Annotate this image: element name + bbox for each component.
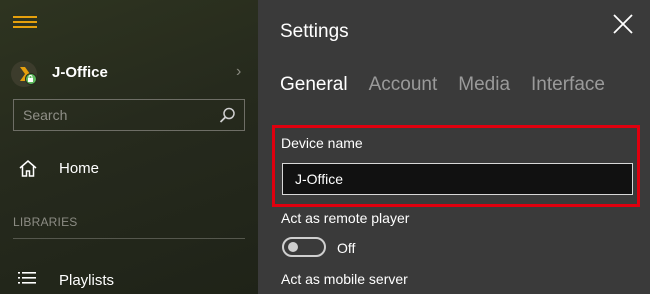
mobile-server-label: Act as mobile server <box>281 271 408 287</box>
sidebar-item-label: Home <box>59 160 100 177</box>
sidebar-item-playlists[interactable]: Playlists <box>12 266 242 294</box>
server-name: J-Office <box>52 64 108 81</box>
settings-tabs: General Account Media Interface <box>280 74 626 102</box>
device-name-input[interactable] <box>282 163 633 195</box>
sidebar-divider <box>13 238 245 239</box>
lock-icon <box>25 73 37 85</box>
remote-player-label: Act as remote player <box>281 210 410 226</box>
tab-account[interactable]: Account <box>369 74 438 96</box>
chevron-right-icon: › <box>236 63 242 80</box>
tab-interface[interactable]: Interface <box>531 74 605 96</box>
remote-player-toggle[interactable] <box>282 237 326 257</box>
search-input[interactable] <box>14 100 214 130</box>
close-icon[interactable] <box>612 13 634 35</box>
sidebar: J-Office › Home LIBRARIES Playlists <box>0 0 258 294</box>
list-icon <box>18 272 36 284</box>
server-selector[interactable]: J-Office › <box>10 58 250 88</box>
search-icon[interactable] <box>219 107 236 124</box>
sidebar-item-home[interactable]: Home <box>12 154 242 184</box>
libraries-section-label: LIBRARIES <box>13 215 78 229</box>
search-box <box>13 99 245 131</box>
panel-title: Settings <box>280 21 349 42</box>
device-name-label: Device name <box>281 135 363 151</box>
hamburger-icon[interactable] <box>13 14 37 30</box>
settings-panel: Settings General Account Media Interface De… <box>258 0 650 294</box>
toggle-state-text: Off <box>337 240 356 256</box>
tab-general[interactable]: General <box>280 74 348 96</box>
tab-media[interactable]: Media <box>458 74 510 96</box>
home-icon <box>19 160 37 177</box>
sidebar-item-label: Playlists <box>59 272 115 289</box>
toggle-knob <box>288 242 298 252</box>
